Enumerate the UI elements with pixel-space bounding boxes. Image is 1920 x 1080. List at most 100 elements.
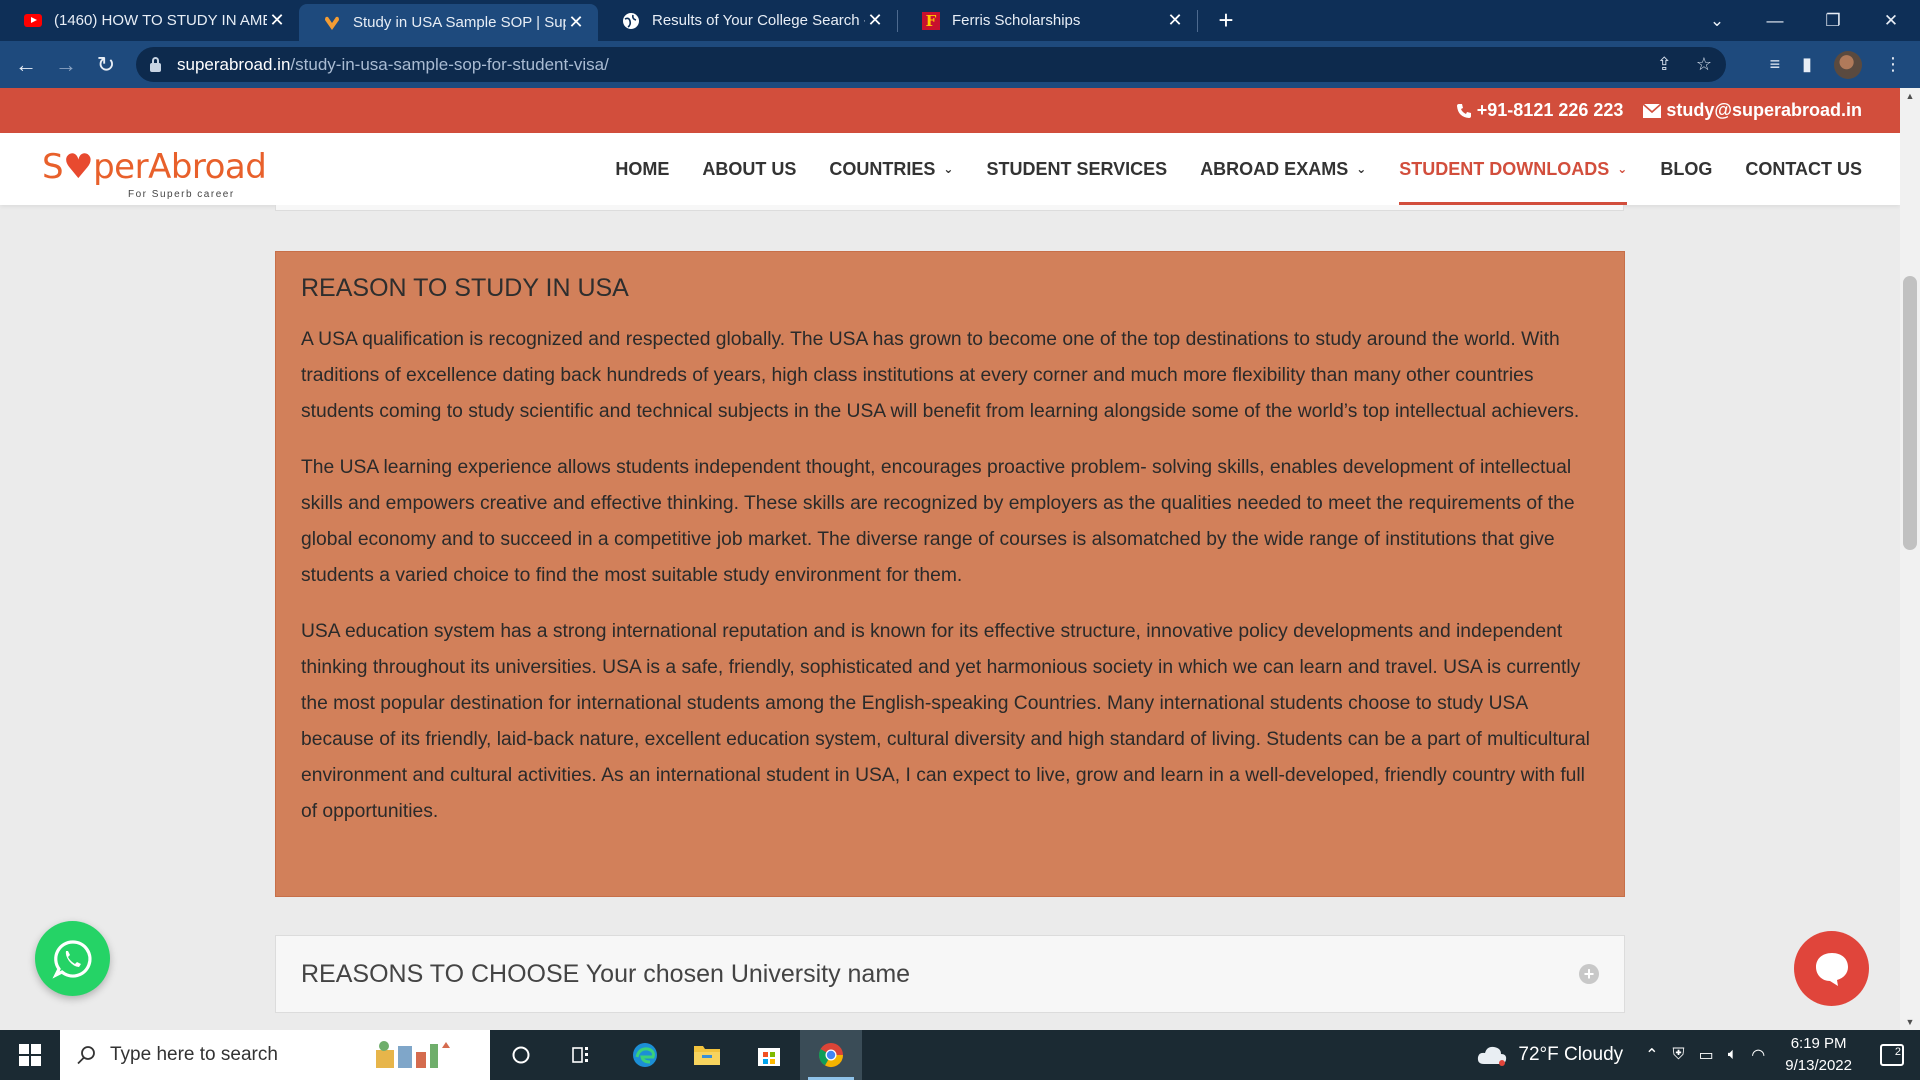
media-playlist-icon[interactable]: ≡: [1770, 54, 1781, 75]
scrollbar-thumb[interactable]: [1903, 276, 1917, 550]
contact-strip: +91-8121 226 223 study@superabroad.in: [0, 88, 1900, 133]
ferris-icon: F: [922, 11, 940, 30]
section-title: REASON TO STUDY IN USA: [301, 274, 629, 302]
nav-label: HOME: [615, 158, 670, 179]
logo-wordmark: S♥perAbroad: [42, 147, 267, 187]
url-text: superabroad.in/study-in-usa-sample-sop-f…: [177, 55, 609, 75]
share-icon[interactable]: ⇪: [1657, 54, 1672, 75]
browser-tab-superabroad[interactable]: Study in USA Sample SOP | SuperAbroad ✕: [299, 4, 598, 41]
scroll-down-icon[interactable]: ▼: [1900, 1014, 1920, 1030]
restore-icon[interactable]: ❐: [1804, 11, 1862, 31]
nav-label: ABROAD EXAMS: [1200, 158, 1349, 179]
reason-to-study-panel: REASON TO STUDY IN USA A USA qualificati…: [275, 251, 1625, 897]
logo-per: per: [93, 147, 149, 187]
nav-contact-us[interactable]: CONTACT US: [1745, 133, 1862, 205]
wifi-icon[interactable]: ◠: [1751, 1045, 1765, 1065]
profile-avatar[interactable]: [1834, 50, 1862, 79]
clock-date: 9/13/2022: [1785, 1057, 1852, 1074]
nav-countries[interactable]: COUNTRIES ⌄: [829, 133, 953, 205]
windows-start-icon[interactable]: [0, 1030, 60, 1080]
logo-s: S: [42, 147, 64, 187]
nav-about-us[interactable]: ABOUT US: [702, 133, 796, 205]
site-header: S♥perAbroad For Superb career HOME ABOUT…: [0, 133, 1900, 205]
battery-icon[interactable]: ▭: [1699, 1045, 1714, 1065]
close-window-icon[interactable]: ✕: [1862, 11, 1920, 31]
cloud-icon: [1478, 1046, 1507, 1066]
forward-arrow-icon[interactable]: →: [46, 45, 86, 85]
toolbar-right-buttons: ≡ ▮ ⋮: [1770, 41, 1920, 88]
previous-section-edge: [275, 205, 1624, 211]
url-path: /study-in-usa-sample-sop-for-student-vis…: [290, 54, 609, 74]
superabroad-icon: [323, 14, 341, 32]
tray-icons: ⌃ ⛨ ▭ 🔈︎ ◠: [1645, 1045, 1765, 1065]
volume-icon[interactable]: 🔈︎: [1728, 1046, 1738, 1064]
email-link[interactable]: study@superabroad.in: [1643, 100, 1862, 121]
tab-search-chevron-icon[interactable]: ⌄: [1688, 11, 1746, 31]
side-panel-icon[interactable]: ▮: [1802, 54, 1812, 75]
cortana-icon[interactable]: [490, 1030, 552, 1080]
edge-browser-icon[interactable]: [614, 1030, 676, 1080]
tab-close-icon[interactable]: ✕: [865, 10, 885, 31]
system-clock[interactable]: 6:19 PM 9/13/2022: [1785, 1033, 1852, 1077]
file-explorer-icon[interactable]: [676, 1030, 738, 1080]
chat-bubble-icon: [1815, 952, 1848, 986]
new-tab-plus-icon[interactable]: +: [1206, 0, 1246, 41]
page-scrollbar[interactable]: ▲ ▼: [1900, 88, 1920, 1030]
whatsapp-button[interactable]: [35, 921, 110, 996]
main-navigation: HOME ABOUT US COUNTRIES ⌄ STUDENT SERVICE…: [615, 133, 1862, 205]
chevron-down-icon: ⌄: [1617, 162, 1628, 176]
url-domain: superabroad.in: [177, 54, 291, 74]
show-hidden-icons-chevron-icon[interactable]: ⌃: [1645, 1045, 1658, 1065]
lock-icon[interactable]: [150, 56, 161, 72]
address-bar[interactable]: superabroad.in/study-in-usa-sample-sop-f…: [136, 47, 1726, 82]
paragraph-3: USA education system has a strong intern…: [301, 621, 1590, 822]
browser-toolbar: ← → ↻ superabroad.in/study-in-usa-sample…: [0, 41, 1920, 88]
nav-home[interactable]: HOME: [615, 133, 669, 205]
scroll-up-icon[interactable]: ▲: [1900, 88, 1920, 104]
nav-blog[interactable]: BLOG: [1660, 133, 1712, 205]
minimize-icon[interactable]: —: [1746, 11, 1804, 31]
tab-title: Ferris Scholarships: [952, 12, 1081, 29]
omnibox-actions: ⇪ ☆: [1657, 47, 1712, 82]
plus-circle-icon[interactable]: +: [1579, 964, 1599, 984]
tab-close-icon[interactable]: ✕: [566, 12, 586, 33]
bookmark-star-icon[interactable]: ☆: [1696, 54, 1712, 75]
phone-number: +91-8121 226 223: [1476, 100, 1624, 120]
live-chat-button[interactable]: [1794, 931, 1869, 1006]
accordion-reasons-to-choose[interactable]: REASONS TO CHOOSE Your chosen University…: [275, 935, 1625, 1013]
browser-tab-youtube[interactable]: (1460) HOW TO STUDY IN AMERICA ✕: [0, 0, 299, 41]
chevron-down-icon: ⌄: [1356, 162, 1367, 176]
nav-student-services[interactable]: STUDENT SERVICES: [986, 133, 1167, 205]
browser-menu-icon[interactable]: ⋮: [1884, 54, 1902, 75]
nav-abroad-exams[interactable]: ABROAD EXAMS ⌄: [1200, 133, 1366, 205]
nav-label: STUDENT DOWNLOADS: [1399, 158, 1610, 179]
nav-student-downloads[interactable]: STUDENT DOWNLOADS ⌄: [1399, 133, 1628, 205]
back-arrow-icon[interactable]: ←: [6, 45, 46, 85]
taskbar-search[interactable]: Type here to search: [60, 1030, 490, 1080]
tab-separator: [1197, 9, 1198, 32]
search-highlight-illustration: [376, 1041, 450, 1068]
email-address: study@superabroad.in: [1666, 100, 1862, 120]
microsoft-store-icon[interactable]: [738, 1030, 800, 1080]
tab-close-icon[interactable]: ✕: [1165, 10, 1185, 31]
weather-widget[interactable]: 72°F Cloudy: [1476, 1044, 1623, 1066]
notification-center-icon[interactable]: 2: [1880, 1044, 1904, 1066]
tab-close-icon[interactable]: ✕: [267, 10, 287, 31]
paragraph-1: A USA qualification is recognized and re…: [301, 329, 1580, 422]
paragraph-2: The USA learning experience allows stude…: [301, 457, 1575, 586]
tab-title: (1460) HOW TO STUDY IN AMERICA: [54, 12, 267, 29]
nav-label: STUDENT SERVICES: [986, 158, 1168, 179]
antivirus-icon[interactable]: ⛨: [1673, 1046, 1685, 1064]
task-view-icon[interactable]: [552, 1030, 614, 1080]
tab-title: Results of Your College Search - F: [652, 12, 865, 29]
superabroad-logo[interactable]: S♥perAbroad For Superb career: [42, 147, 267, 200]
search-icon: [77, 1046, 95, 1065]
logo-heart-icon: ♥: [63, 147, 94, 187]
browser-tab-ferris[interactable]: F Ferris Scholarships ✕: [898, 0, 1197, 41]
phone-link[interactable]: +91-8121 226 223: [1456, 100, 1624, 121]
chrome-taskbar-icon[interactable]: [800, 1030, 862, 1080]
reload-icon[interactable]: ↻: [86, 45, 126, 85]
accordion-title: REASONS TO CHOOSE Your chosen University…: [301, 959, 911, 988]
browser-tab-college-search[interactable]: Results of Your College Search - F ✕: [598, 0, 897, 41]
weather-text: 72°F Cloudy: [1518, 1044, 1624, 1065]
